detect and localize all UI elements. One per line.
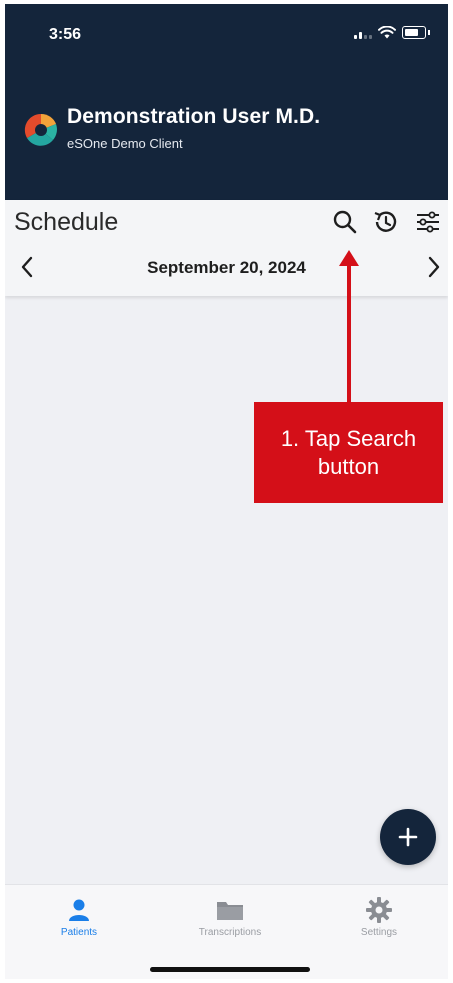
filter-button[interactable]	[414, 208, 442, 236]
app-header: 3:56 Demonstration User M.D. eSOne Demo …	[5, 4, 448, 200]
date-navigator: September 20, 2024	[5, 248, 448, 288]
annotation-arrow	[347, 262, 351, 402]
gear-icon	[366, 897, 392, 923]
cellular-signal-icon	[354, 27, 372, 39]
tab-patients[interactable]: Patients	[19, 895, 139, 938]
status-icons	[354, 26, 430, 39]
annotation-line-2: button	[317, 453, 380, 479]
battery-icon	[402, 26, 426, 39]
folder-icon	[217, 902, 243, 920]
battery-tip	[428, 30, 430, 35]
sliders-icon	[417, 211, 439, 233]
app-logo-icon	[24, 113, 57, 146]
status-time: 3:56	[49, 26, 82, 43]
schedule-toolbar: Schedule September 20, 2024	[5, 200, 448, 296]
search-icon	[333, 210, 357, 234]
history-icon	[374, 211, 397, 232]
tab-label-settings: Settings	[360, 927, 398, 938]
tab-label-transcriptions: Transcriptions	[198, 927, 262, 938]
home-indicator	[150, 967, 310, 972]
person-icon	[69, 899, 89, 921]
history-button[interactable]	[371, 208, 399, 236]
tab-settings[interactable]: Settings	[319, 895, 439, 938]
plus-icon	[398, 827, 418, 847]
chevron-right-icon	[428, 256, 440, 278]
annotation-callout: 1. Tap Search button	[254, 402, 443, 503]
annotation-line-1: 1. Tap Search	[280, 425, 417, 451]
search-button[interactable]	[331, 208, 359, 236]
add-button[interactable]	[380, 809, 436, 865]
client-name: eSOne Demo Client	[67, 136, 183, 151]
user-name: Demonstration User M.D.	[67, 105, 321, 128]
phone-screen: 3:56 Demonstration User M.D. eSOne Demo …	[5, 4, 448, 979]
tab-bar: Patients Transcriptions Settings	[5, 884, 448, 979]
tab-transcriptions[interactable]: Transcriptions	[170, 895, 290, 938]
tab-label-patients: Patients	[60, 927, 98, 938]
page-title: Schedule	[14, 208, 119, 236]
next-day-button[interactable]	[420, 252, 448, 282]
current-date[interactable]: September 20, 2024	[5, 258, 448, 278]
wifi-icon	[378, 26, 396, 39]
